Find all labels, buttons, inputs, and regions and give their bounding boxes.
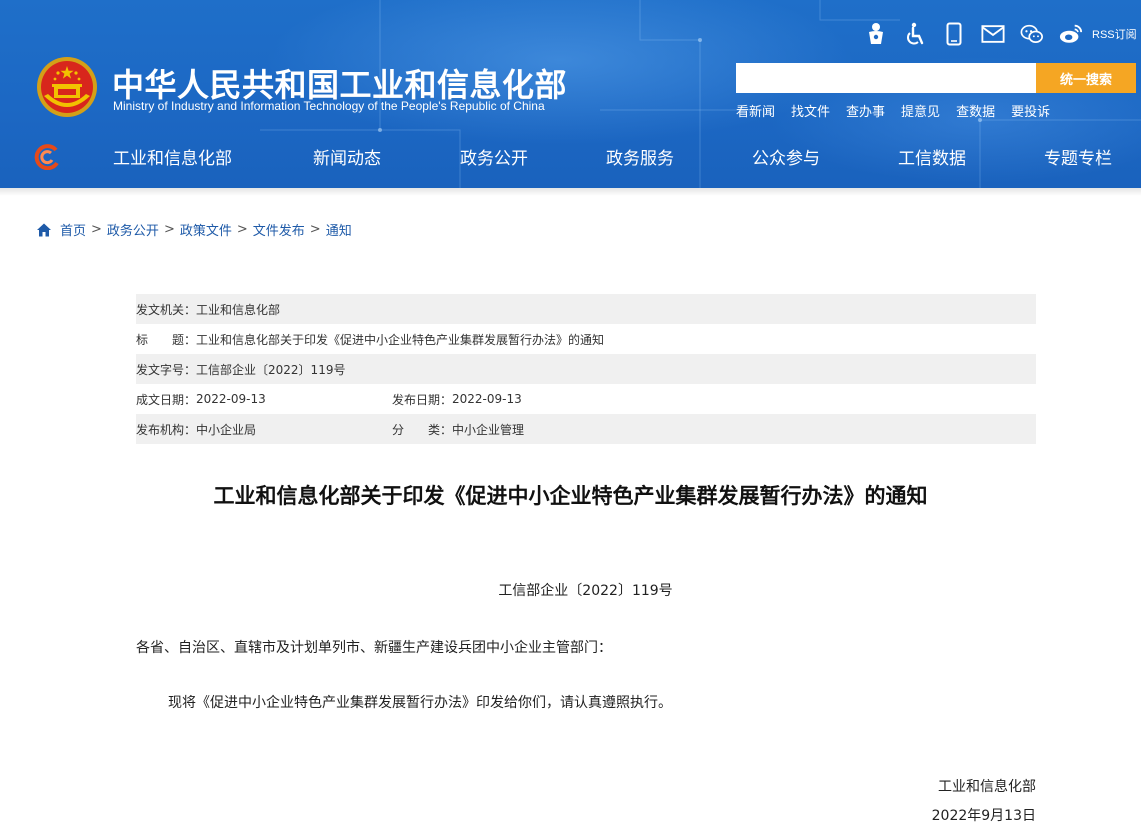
meta-label: 分 类：: [392, 422, 453, 437]
meta-label: 发文机关：: [136, 302, 197, 317]
meta-value-written-date: 2022-09-13: [196, 392, 266, 406]
article-body: 现将《促进中小企业特色产业集群发展暂行办法》印发给你们，请认真遵照执行。: [168, 695, 672, 711]
nav-item-ministry[interactable]: 工业和信息化部: [113, 144, 232, 169]
article-addressee: 各省、自治区、直辖市及计划单列市、新疆生产建设兵团中小企业主管部门：: [136, 640, 612, 656]
accessibility-icon[interactable]: [903, 22, 927, 46]
breadcrumb-doc-release[interactable]: 文件发布: [253, 220, 305, 239]
meta-row-issuing-org: 发文机关： 工业和信息化部: [136, 294, 1036, 324]
breadcrumb-separator: >: [309, 222, 321, 237]
email-icon[interactable]: [981, 22, 1005, 46]
nav-item-gov-services[interactable]: 政务服务: [606, 144, 674, 169]
article-date: 2022年9月13日: [931, 808, 1036, 824]
meta-value-doc-no: 工信部企业〔2022〕119号: [196, 362, 346, 377]
breadcrumb-separator: >: [163, 222, 175, 237]
meta-label: 成文日期：: [136, 392, 197, 407]
meta-label: 发布机构：: [136, 422, 197, 437]
quick-links: 看新闻 找文件 查办事 提意见 查数据 要投诉: [736, 101, 1066, 120]
breadcrumb-gov-affairs[interactable]: 政务公开: [107, 220, 159, 239]
meta-value-publisher: 中小企业局: [196, 422, 257, 437]
nav-item-news[interactable]: 新闻动态: [313, 144, 381, 169]
wechat-icon[interactable]: [1020, 22, 1044, 46]
meta-label: 标 题：: [136, 332, 197, 347]
quick-link-news[interactable]: 看新闻: [736, 101, 775, 120]
search-input[interactable]: [736, 63, 1036, 93]
home-icon[interactable]: [36, 222, 52, 238]
meta-row-doc-no: 发文字号： 工信部企业〔2022〕119号: [136, 354, 1036, 384]
site-header: 中华人民共和国工业和信息化部 Ministry of Industry and …: [0, 0, 1141, 188]
meta-label: 发文字号：: [136, 362, 197, 377]
utility-toolbar: RSS订阅: [864, 22, 1137, 46]
meta-cell-publisher: 发布机构： 中小企业局: [136, 421, 392, 438]
unified-search-button[interactable]: 统一搜索: [1036, 63, 1136, 93]
nav-item-miit-data[interactable]: 工信数据: [898, 144, 966, 169]
breadcrumb-home[interactable]: 首页: [60, 220, 86, 239]
meta-value-publish-date: 2022-09-13: [452, 392, 522, 406]
article-title: 工业和信息化部关于印发《促进中小企业特色产业集群发展暂行办法》的通知: [213, 484, 928, 508]
quick-link-complaint[interactable]: 要投诉: [1011, 101, 1050, 120]
breadcrumb-separator: >: [236, 222, 248, 237]
site-subtitle: Ministry of Industry and Information Tec…: [113, 99, 545, 113]
meta-cell-written-date: 成文日期： 2022-09-13: [136, 391, 392, 408]
national-emblem-icon[interactable]: [36, 56, 98, 118]
meta-row-title: 标 题： 工业和信息化部关于印发《促进中小企业特色产业集群发展暂行办法》的通知: [136, 324, 1036, 354]
breadcrumb-notice[interactable]: 通知: [326, 220, 352, 239]
nav-item-public-participation[interactable]: 公众参与: [752, 144, 820, 169]
quick-link-files[interactable]: 找文件: [791, 101, 830, 120]
nav-item-gov-affairs[interactable]: 政务公开: [460, 144, 528, 169]
meta-cell-publish-date: 发布日期： 2022-09-13: [392, 391, 522, 408]
quick-link-data[interactable]: 查数据: [956, 101, 995, 120]
breadcrumb-policy-docs[interactable]: 政策文件: [180, 220, 232, 239]
quick-link-feedback[interactable]: 提意见: [901, 101, 940, 120]
weibo-icon[interactable]: [1059, 22, 1083, 46]
meta-value-category: 中小企业管理: [452, 422, 525, 437]
meta-label: 发布日期：: [392, 392, 453, 407]
quick-link-services[interactable]: 查办事: [846, 101, 885, 120]
breadcrumb: 首页 > 政务公开 > 政策文件 > 文件发布 > 通知: [36, 220, 352, 239]
main-nav: 工业和信息化部 新闻动态 政务公开 政务服务 公众参与 工信数据 专题专栏: [0, 136, 1141, 176]
meta-cell-category: 分 类： 中小企业管理: [392, 421, 524, 438]
breadcrumb-separator: >: [91, 222, 102, 237]
elderly-mode-icon[interactable]: [864, 22, 888, 46]
nav-item-special-topics[interactable]: 专题专栏: [1044, 144, 1112, 169]
meta-value-issuing-org: 工业和信息化部: [196, 302, 281, 317]
meta-row-publisher: 发布机构： 中小企业局 分 类： 中小企业管理: [136, 414, 1036, 444]
nav-home-logo-icon[interactable]: [34, 144, 60, 170]
meta-value-title: 工业和信息化部关于印发《促进中小企业特色产业集群发展暂行办法》的通知: [196, 332, 605, 347]
mobile-icon[interactable]: [942, 22, 966, 46]
document-meta-table: 发文机关： 工业和信息化部 标 题： 工业和信息化部关于印发《促进中小企业特色产…: [136, 294, 1036, 444]
meta-row-dates: 成文日期： 2022-09-13 发布日期： 2022-09-13: [136, 384, 1036, 414]
header-shadow: [0, 188, 1141, 196]
article-doc-number: 工信部企业〔2022〕119号: [498, 583, 673, 599]
rss-link[interactable]: RSS订阅: [1092, 26, 1137, 42]
article-issuer: 工业和信息化部: [938, 779, 1036, 795]
